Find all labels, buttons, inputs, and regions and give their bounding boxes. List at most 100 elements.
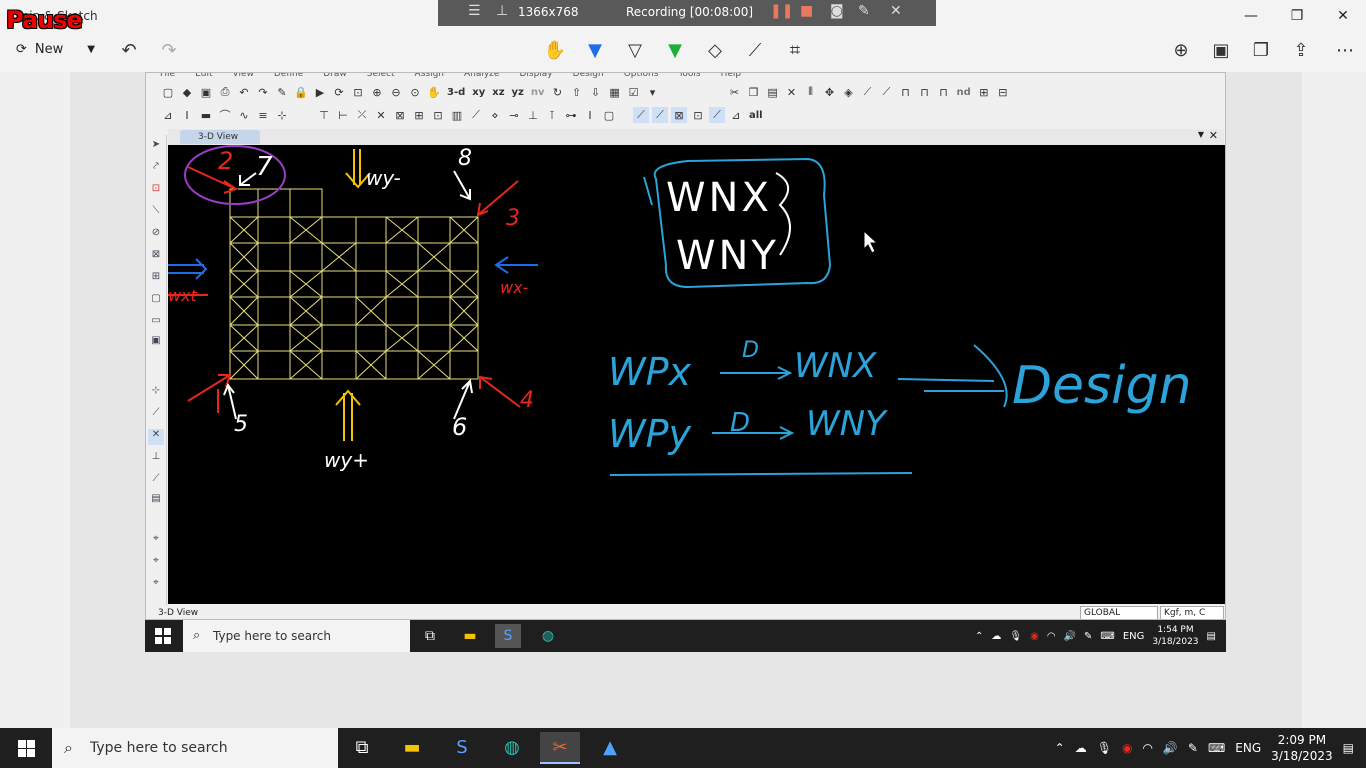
wifi-icon[interactable]: ◠ [1047, 631, 1056, 642]
new-button[interactable]: ⟳ New ▼ [16, 42, 95, 57]
draw-opening-icon[interactable]: ⊡ [430, 107, 446, 123]
draw-slab-icon[interactable]: ⊞ [411, 107, 427, 123]
maximize-button[interactable]: ❐ [1274, 0, 1320, 32]
select-all-button[interactable]: all [747, 107, 765, 123]
select-intersect-icon[interactable]: ⟋ [709, 107, 725, 123]
wifi-icon[interactable]: ◠ [1142, 741, 1152, 755]
draw-grid-icon[interactable]: ⊞ [148, 271, 164, 287]
redo-icon[interactable]: ↷ [156, 40, 182, 61]
draw-panel-icon[interactable]: ⊠ [392, 107, 408, 123]
pen-tray-icon[interactable]: ✎ [1084, 631, 1092, 642]
model-viewport[interactable]: 2 7 8 3 4 5 6 wy- wy+ wxt wx- WNX WNY WP… [168, 145, 1225, 604]
more-icon[interactable]: ⋯ [1332, 40, 1358, 61]
ruler-icon[interactable]: ⟋ [742, 40, 768, 61]
draw-rect-icon[interactable]: ▭ [148, 315, 164, 331]
file-explorer-icon[interactable]: ▬ [457, 624, 483, 648]
mic-icon[interactable]: 🎙 [1009, 631, 1022, 642]
section-cut-icon[interactable]: ⊶ [563, 107, 579, 123]
camera-icon[interactable]: ◙ [830, 3, 844, 19]
zoom-icon[interactable]: ⊕ [1168, 40, 1194, 61]
save-icon[interactable]: ▣ [1208, 40, 1234, 61]
extrude-icon[interactable]: ◈ [841, 84, 857, 100]
select-previous-icon[interactable]: ⊿ [728, 107, 744, 123]
keyboard-icon[interactable]: ⌨ [1208, 741, 1225, 755]
menu-options[interactable]: Options [624, 73, 659, 81]
touch-writing-icon[interactable]: ✋ [542, 40, 568, 61]
check-icon[interactable]: ☑ [626, 84, 642, 100]
close-view-icon[interactable]: ✕ [1209, 129, 1218, 142]
record-icon[interactable]: ◉ [1122, 741, 1132, 755]
menu-view[interactable]: View [233, 73, 254, 81]
dimension-icon[interactable]: I [582, 107, 598, 123]
task-view-icon[interactable]: ⧉ [417, 624, 443, 648]
minimize-button[interactable]: — [1228, 0, 1274, 32]
menu-file[interactable]: File [160, 73, 175, 81]
structural-app-icon[interactable]: S [442, 732, 482, 764]
copy-icon[interactable]: ❐ [1248, 40, 1274, 61]
snap-line-icon[interactable]: ⟋ [652, 107, 668, 123]
cloud-icon[interactable]: ☁ [991, 631, 1001, 642]
notification-icon[interactable]: ▤ [1207, 631, 1216, 642]
menu-design[interactable]: Design [573, 73, 604, 81]
delete-icon[interactable]: ✕ [784, 84, 800, 100]
inner-language[interactable]: ENG [1123, 631, 1145, 642]
inner-search-box[interactable]: ⌕ Type here to search [183, 620, 410, 652]
snap-intersection-icon[interactable]: ⊠ [671, 107, 687, 123]
chevron-up-icon[interactable]: ⌃ [975, 631, 983, 642]
select-clear-icon[interactable]: ⌖ [148, 577, 164, 593]
reshape-icon[interactable]: ⤤ [148, 161, 164, 177]
draw-area-icon[interactable]: ▢ [148, 293, 164, 309]
draw-line-icon[interactable]: ⟍ [148, 205, 164, 221]
curve-icon[interactable]: ⌒ [217, 107, 233, 123]
grid-icon[interactable]: ▦ [607, 84, 623, 100]
structural-app-icon[interactable]: S [495, 624, 521, 648]
paste-icon[interactable]: ▤ [765, 84, 781, 100]
volume-icon[interactable]: 🔊 [1064, 631, 1076, 642]
new-model-icon[interactable]: ▢ [160, 84, 176, 100]
keyboard-icon[interactable]: ⌨ [1100, 631, 1114, 642]
display-options-icon[interactable]: ▾ [645, 84, 661, 100]
edge-icon[interactable]: ◍ [492, 732, 532, 764]
menu-assign[interactable]: Assign [415, 73, 444, 81]
chart-icon[interactable]: ⊿ [160, 107, 176, 123]
windows-start-icon[interactable] [18, 740, 35, 757]
inner-start-icon[interactable] [155, 628, 171, 644]
share-icon[interactable]: ⇪ [1288, 40, 1314, 61]
chevron-down-icon[interactable]: ▼ [87, 44, 95, 55]
restraint-icon[interactable]: ⊥ [525, 107, 541, 123]
node-icon[interactable]: ⋄ [487, 107, 503, 123]
joint-icon[interactable]: ⊡ [148, 183, 164, 199]
task-view-icon[interactable]: ⧉ [342, 732, 382, 764]
rotate-icon[interactable]: ↻ [550, 84, 566, 100]
wall-icon[interactable]: ⊟ [995, 84, 1011, 100]
snap-end-icon[interactable]: ⟋ [148, 407, 164, 423]
panel-icon[interactable]: ▢ [601, 107, 617, 123]
menu-tools[interactable]: Tools [678, 73, 700, 81]
run-icon[interactable]: ▶ [312, 84, 328, 100]
coord-system-select[interactable]: GLOBAL [1080, 606, 1158, 619]
eraser-icon[interactable]: ◇ [702, 40, 728, 61]
snap-nearest-icon[interactable]: ⟋ [148, 473, 164, 489]
pan-icon[interactable]: ✋ [426, 84, 442, 100]
zoom-fit-icon[interactable]: ⊙ [407, 84, 423, 100]
menu-analyze[interactable]: Analyze [464, 73, 499, 81]
view-xy-button[interactable]: xy [470, 84, 487, 100]
view-xz-button[interactable]: xz [490, 84, 506, 100]
pause-icon[interactable]: ❚❚ [770, 3, 793, 19]
print-icon[interactable]: ⎙ [217, 84, 233, 100]
draw-ramp-icon[interactable]: ⟋ [468, 107, 484, 123]
cut-icon[interactable]: ✂ [727, 84, 743, 100]
brace-icon[interactable]: ⊓ [936, 84, 952, 100]
column-icon[interactable]: I [179, 107, 195, 123]
snap-grid-icon[interactable]: ▤ [148, 493, 164, 509]
undo-icon[interactable]: ↶ [116, 40, 142, 61]
cloud-icon[interactable]: ☁ [1075, 741, 1087, 755]
mic-icon[interactable]: 🎙 [1097, 741, 1112, 755]
view-nv-button[interactable]: nv [529, 84, 547, 100]
zoom-in-icon[interactable]: ⊕ [369, 84, 385, 100]
frame-icon[interactable]: ⊓ [898, 84, 914, 100]
menu-help[interactable]: Help [721, 73, 742, 81]
divide-icon[interactable]: ⟋ [860, 84, 876, 100]
open-icon[interactable]: ◆ [179, 84, 195, 100]
taskbar-clock[interactable]: 2:09 PM 3/18/2023 [1271, 732, 1333, 764]
